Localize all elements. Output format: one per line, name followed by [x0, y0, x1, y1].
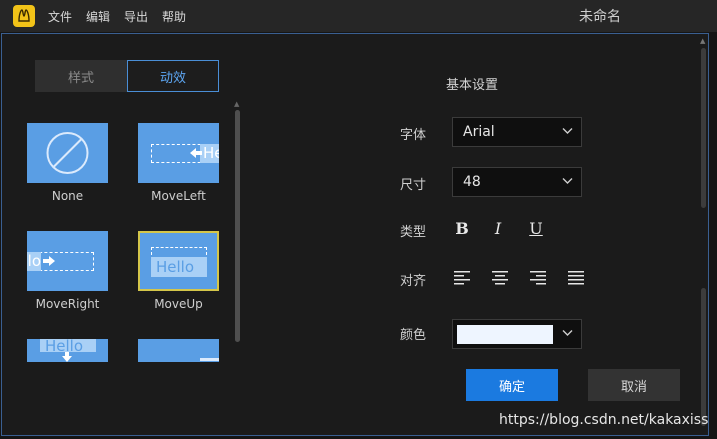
animation-label: MoveRight: [35, 297, 100, 311]
window-title: 未命名: [579, 9, 621, 25]
size-select[interactable]: 48: [452, 167, 582, 197]
color-picker[interactable]: [452, 319, 582, 349]
none-icon: [46, 132, 89, 174]
arrow-left-icon: [190, 148, 202, 158]
underline-button[interactable]: U: [525, 217, 547, 239]
animation-thumb: Hello: [138, 123, 219, 183]
menu-help[interactable]: 帮助: [162, 8, 186, 25]
tab-style[interactable]: 样式: [35, 60, 127, 92]
panel-tabs: 样式 动效: [35, 60, 219, 92]
animation-item-none[interactable]: None: [27, 123, 109, 203]
scroll-up-icon[interactable]: ▲: [700, 37, 705, 45]
chevron-down-icon: [562, 178, 573, 184]
chevron-down-icon: [562, 330, 573, 336]
animation-item-move-right[interactable]: Hello MoveRight: [27, 231, 109, 311]
animation-item-move-up[interactable]: Hello MoveUp: [138, 231, 220, 311]
cancel-button[interactable]: 取消: [588, 369, 680, 401]
animation-item-move-left[interactable]: Hello MoveLeft: [138, 123, 220, 203]
align-center-icon[interactable]: [491, 269, 509, 287]
menu-bar: 文件 编辑 导出 帮助: [48, 0, 186, 32]
animation-thumb-selected: Hello: [138, 231, 219, 291]
animation-label: MoveUp: [154, 297, 203, 311]
animation-label: None: [51, 189, 84, 203]
animation-thumb: Hello: [27, 231, 108, 291]
grid-scroll-up-icon[interactable]: ▲: [234, 100, 241, 108]
dialog-scrollbar-track: [701, 288, 706, 426]
align-right-icon[interactable]: [529, 269, 547, 287]
align-justify-icon[interactable]: [567, 269, 585, 287]
animation-thumb: [27, 123, 108, 183]
size-label: 尺寸: [400, 178, 427, 193]
animation-label: MoveLeft: [151, 189, 206, 203]
font-select[interactable]: Arial: [452, 117, 582, 147]
animation-item-partial[interactable]: [138, 339, 220, 362]
menu-file[interactable]: 文件: [48, 8, 72, 25]
animation-grid: None Hello MoveLeft Hello: [2, 104, 234, 362]
preview-text: Hello: [156, 258, 195, 276]
font-select-value: Arial: [463, 124, 495, 140]
ok-button[interactable]: 确定: [466, 369, 558, 401]
arrow-down-icon: [62, 352, 72, 362]
arrow-right-icon: [43, 256, 55, 266]
align-left-icon[interactable]: [453, 269, 471, 287]
dialog-scrollbar[interactable]: ▲: [699, 34, 707, 434]
grid-scrollbar[interactable]: [235, 110, 240, 342]
app-logo-icon: [13, 5, 35, 27]
text-settings-dialog: 样式 动效 None Hello MoveLef: [1, 33, 709, 436]
color-swatch: [457, 325, 553, 344]
menu-export[interactable]: 导出: [124, 8, 148, 25]
animation-thumb: [138, 339, 219, 362]
type-label: 类型: [400, 225, 427, 240]
preview-text: Hello: [203, 144, 219, 162]
grid-scrollbar-thumb[interactable]: [235, 110, 240, 342]
section-title: 基本设置: [446, 78, 499, 93]
preview-text: Hello: [27, 252, 42, 270]
font-label: 字体: [400, 128, 427, 143]
title-bar: 文件 编辑 导出 帮助 未命名: [0, 0, 717, 32]
animation-thumb: Hello: [27, 339, 108, 362]
dialog-scrollbar-thumb[interactable]: [701, 48, 706, 208]
align-label: 对齐: [400, 274, 427, 289]
chevron-down-icon: [562, 128, 573, 134]
watermark-url: https://blog.csdn.net/kakaxiss: [499, 412, 709, 428]
color-label: 颜色: [400, 328, 427, 343]
tab-animation[interactable]: 动效: [127, 60, 219, 92]
menu-edit[interactable]: 编辑: [86, 8, 110, 25]
animation-item-move-down[interactable]: Hello: [27, 339, 109, 362]
bold-button[interactable]: B: [451, 217, 473, 239]
italic-button[interactable]: I: [487, 217, 509, 239]
size-select-value: 48: [463, 174, 481, 190]
